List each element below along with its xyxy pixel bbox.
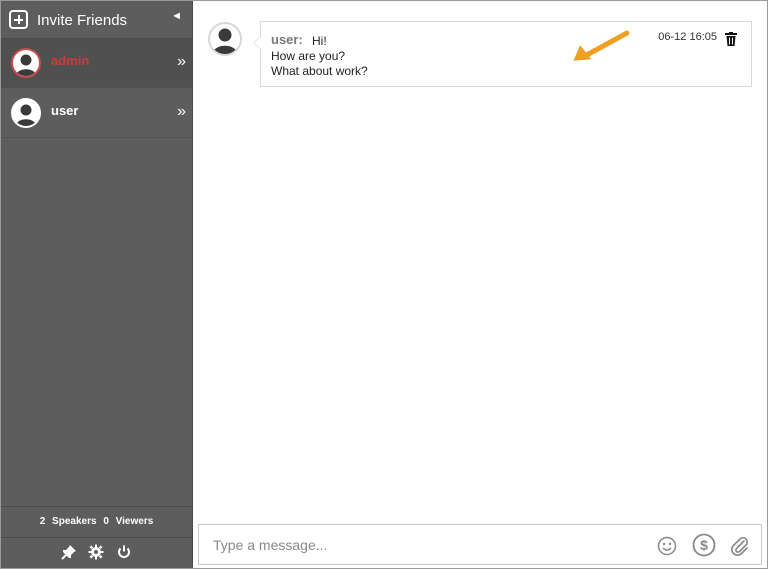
avatar	[11, 48, 41, 78]
message-author: user:	[271, 32, 303, 47]
power-icon[interactable]	[116, 544, 134, 562]
invite-friends-button[interactable]: Invite Friends ◄	[1, 1, 192, 39]
speakers-label: Speakers	[52, 516, 97, 527]
user-name: admin	[51, 53, 90, 68]
dollar-icon[interactable]: $	[692, 533, 716, 562]
collapse-sidebar-icon[interactable]: ◄	[171, 10, 182, 22]
participant-counts: 2 Speakers 0 Viewers	[1, 506, 192, 538]
message-timestamp: 06-12 16:05	[658, 31, 717, 43]
user-list-item[interactable]: admin »	[1, 39, 192, 88]
message-composer: $	[198, 524, 762, 565]
message-line: Hi!	[312, 34, 327, 48]
speakers-count: 2	[39, 516, 46, 527]
chat-area: user: Hi! How are you? What about work? …	[194, 1, 767, 568]
message-input[interactable]	[211, 533, 635, 557]
message-line: What about work?	[271, 64, 368, 78]
viewers-count: 0	[103, 516, 109, 527]
chevron-double-right-icon[interactable]: »	[177, 103, 186, 121]
trash-icon[interactable]	[725, 32, 737, 46]
viewers-label: Viewers	[115, 516, 154, 527]
user-list-item[interactable]: user »	[1, 89, 192, 138]
message-line: How are you?	[271, 49, 346, 63]
app-window: Invite Friends ◄ admin » user » 2 Speake…	[0, 0, 768, 569]
attachment-icon[interactable]	[730, 536, 750, 561]
user-name: user	[51, 103, 79, 118]
avatar	[208, 22, 242, 56]
chevron-double-right-icon[interactable]: »	[177, 53, 186, 71]
chat-message: user: Hi! How are you? What about work? …	[253, 21, 752, 87]
invite-friends-label: Invite Friends	[37, 12, 128, 29]
sidebar-toolbar	[1, 539, 192, 568]
svg-text:$: $	[700, 537, 708, 553]
plus-icon	[9, 10, 28, 29]
sidebar: Invite Friends ◄ admin » user » 2 Speake…	[1, 1, 193, 568]
annotation-arrow-icon	[569, 29, 631, 70]
emoji-icon[interactable]	[657, 536, 677, 561]
avatar	[11, 98, 41, 128]
gear-icon[interactable]	[88, 544, 106, 562]
pin-icon[interactable]	[61, 544, 79, 562]
